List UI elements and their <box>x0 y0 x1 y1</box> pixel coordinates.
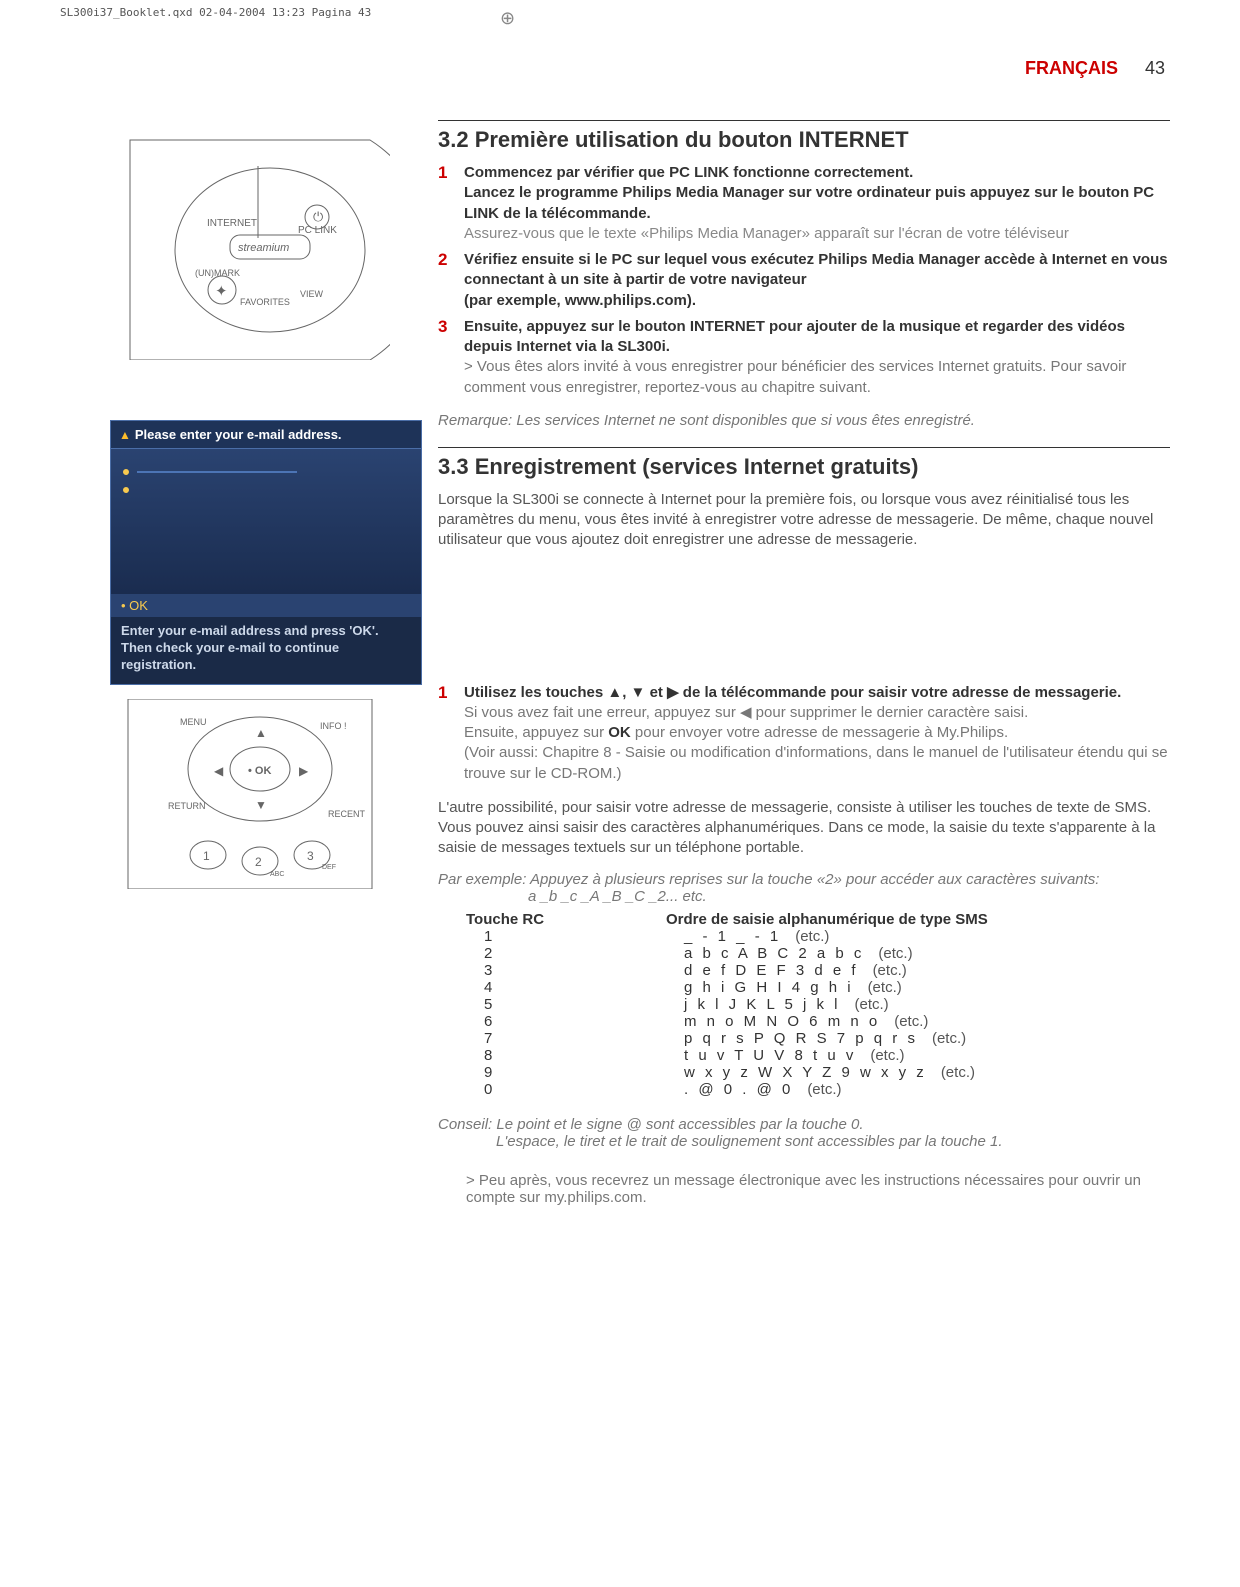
svg-text:VIEW: VIEW <box>300 289 324 299</box>
remark-3-2: Remarque: Les services Internet ne sont … <box>438 412 1170 429</box>
svg-text:3: 3 <box>307 849 314 863</box>
svg-text:INTERNET: INTERNET <box>207 218 257 229</box>
step-number: 1 <box>438 163 464 244</box>
section-3-3-title: 3.3 Enregistrement (services Internet gr… <box>438 447 1170 480</box>
table-row: 8t u v T U V 8 t u v(etc.) <box>466 1047 1170 1064</box>
language-header: FRANÇAIS 43 <box>1025 58 1165 79</box>
table-row: 1_ - 1 _ - 1(etc.) <box>466 928 1170 945</box>
after-note: > Peu après, vous recevrez un message él… <box>438 1172 1170 1206</box>
table-header-left: Touche RC <box>466 911 666 928</box>
step-3-3-1: 1 Utilisez les touches ▲, ▼ et ▶ de la t… <box>438 683 1170 784</box>
svg-text:⏻: ⏻ <box>313 209 323 224</box>
svg-text:RETURN: RETURN <box>168 801 206 811</box>
remote-top-illustration: INTERNET PC LINK streamium ⏻ ✦ (UN)MARK … <box>110 120 390 360</box>
tv-screen-title: ▲Please enter your e-mail address. <box>111 421 421 449</box>
crop-mark-icon: ⊕ <box>500 8 515 29</box>
step-3-2-1: 1 Commencez par vérifier que PC LINK fon… <box>438 163 1170 244</box>
svg-text:FAVORITES: FAVORITES <box>240 297 290 307</box>
table-row: 7p q r s P Q R S 7 p q r s(etc.) <box>466 1030 1170 1047</box>
left-illustration-column: INTERNET PC LINK streamium ⏻ ✦ (UN)MARK … <box>110 120 410 1206</box>
svg-text:DEF: DEF <box>322 864 336 871</box>
svg-text:MENU: MENU <box>180 717 207 727</box>
table-header-right: Ordre de saisie alphanumérique de type S… <box>666 911 988 928</box>
tip-block: Conseil: Le point et le signe @ sont acc… <box>438 1116 1170 1150</box>
step-3-2-2: 2 Vérifiez ensuite si le PC sur lequel v… <box>438 250 1170 311</box>
tv-screen-footer: Enter your e-mail address and press 'OK'… <box>111 617 421 684</box>
svg-text:▼: ▼ <box>255 798 267 812</box>
svg-text:1: 1 <box>203 849 210 863</box>
svg-text:• OK: • OK <box>248 765 271 777</box>
example-line: Par exemple: Appuyez à plusieurs reprise… <box>438 871 1170 905</box>
body-text-column: 3.2 Première utilisation du bouton INTER… <box>438 120 1170 1206</box>
table-row: 6m n o M N O 6 m n o(etc.) <box>466 1013 1170 1030</box>
sms-intro-paragraph: L'autre possibilité, pour saisir votre a… <box>438 798 1170 859</box>
language-label: FRANÇAIS <box>1025 58 1118 78</box>
svg-text:INFO !: INFO ! <box>320 721 347 731</box>
table-row: 0. @ 0 . @ 0(etc.) <box>466 1081 1170 1098</box>
svg-text:PC LINK: PC LINK <box>298 225 337 236</box>
table-row: 3d e f D E F 3 d e f(etc.) <box>466 962 1170 979</box>
svg-text:▶: ▶ <box>299 764 309 778</box>
svg-text:RECENT: RECENT <box>328 809 366 819</box>
sms-table: Touche RCOrdre de saisie alphanumérique … <box>466 911 1170 1098</box>
step-3-2-3: 3 Ensuite, appuyez sur le bouton INTERNE… <box>438 317 1170 398</box>
table-row: 2a b c A B C 2 a b c(etc.) <box>466 945 1170 962</box>
section-3-2-title: 3.2 Première utilisation du bouton INTER… <box>438 120 1170 153</box>
tv-screen-ok: • OK <box>111 594 421 617</box>
warning-icon: ▲ <box>119 428 131 442</box>
page-content: INTERNET PC LINK streamium ⏻ ✦ (UN)MARK … <box>110 120 1170 1206</box>
table-row: 5j k l J K L 5 j k l(etc.) <box>466 996 1170 1013</box>
svg-text:▲: ▲ <box>255 726 267 740</box>
svg-text:✦: ✦ <box>215 283 228 300</box>
table-row: 4g h i G H I 4 g h i(etc.) <box>466 979 1170 996</box>
tv-screen-body <box>111 449 421 594</box>
page-number: 43 <box>1145 58 1165 78</box>
svg-text:2: 2 <box>255 855 262 869</box>
print-header-note: SL300i37_Booklet.qxd 02-04-2004 13:23 Pa… <box>60 6 371 19</box>
step-number: 3 <box>438 317 464 398</box>
table-row: 9w x y z W X Y Z 9 w x y z(etc.) <box>466 1064 1170 1081</box>
svg-text:ABC: ABC <box>270 871 284 878</box>
svg-text:(UN)MARK: (UN)MARK <box>195 268 240 278</box>
step-number: 1 <box>438 683 464 784</box>
remote-keypad-illustration: • OK ▲ ▼ ◀ ▶ MENU INFO ! RETURN RECENT 1… <box>110 699 390 889</box>
svg-text:streamium: streamium <box>238 242 289 254</box>
tv-screen-illustration: ▲Please enter your e-mail address. • OK … <box>110 420 422 685</box>
section-3-3-intro: Lorsque la SL300i se connecte à Internet… <box>438 490 1170 551</box>
svg-text:◀: ◀ <box>214 764 224 778</box>
step-number: 2 <box>438 250 464 311</box>
